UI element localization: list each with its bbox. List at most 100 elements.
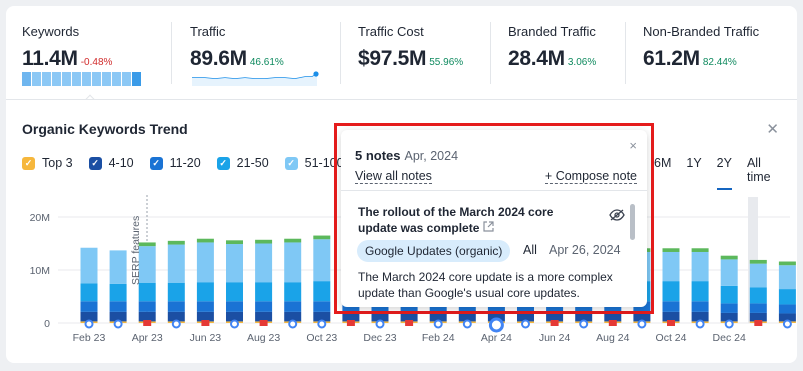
y-tick-label: 20M: [30, 212, 50, 224]
notes-header: 5 notes Apr, 2024: [355, 148, 458, 163]
bar-segment: [720, 255, 738, 260]
bar-segment: [720, 303, 738, 313]
google-update-marker: [433, 319, 443, 329]
bar-segment: [167, 282, 185, 302]
x-tick-label: Dec 23: [363, 332, 396, 344]
x-tick-label: Oct 23: [306, 332, 337, 344]
note-title[interactable]: The rollout of the March 2024 core updat…: [358, 204, 588, 236]
flag-marker: [667, 320, 675, 326]
x-tick-label: Feb 23: [73, 332, 106, 344]
notes-date: Apr, 2024: [404, 149, 459, 163]
bar-segment: [109, 250, 127, 284]
bar-segment: [720, 285, 738, 304]
notes-popup-highlight: 5 notes Apr, 2024 × View all notes + Comp…: [334, 123, 654, 314]
x-tick-label: Jun 24: [539, 332, 571, 344]
google-update-marker: [288, 319, 298, 329]
google-update-marker: [782, 319, 792, 329]
external-link-icon[interactable]: [483, 221, 494, 232]
bar-segment: [80, 283, 98, 302]
bar-segment: [80, 301, 98, 312]
annotation-label: SERP features: [130, 216, 142, 285]
bar-segment: [167, 244, 185, 283]
view-all-notes-link[interactable]: View all notes: [355, 169, 432, 184]
compose-note-label: + Compose note: [544, 169, 637, 184]
x-tick-label: Jun 23: [190, 332, 222, 344]
note-scope: All: [523, 243, 537, 257]
y-tick-label: 0: [44, 318, 50, 330]
x-tick-label: Feb 24: [422, 332, 455, 344]
google-update-marker: [171, 319, 181, 329]
bar-segment: [226, 240, 243, 245]
bar-segment: [749, 303, 767, 313]
bar-segment: [691, 301, 709, 312]
note-title-text: The rollout of the March 2024 core updat…: [358, 205, 554, 235]
x-tick-label: Aug 23: [247, 332, 280, 344]
notes-count: 5 notes: [355, 148, 401, 163]
close-icon[interactable]: ×: [629, 138, 637, 153]
bar-segment: [691, 281, 709, 302]
bar-segment: [284, 238, 302, 243]
notes-popup: 5 notes Apr, 2024 × View all notes + Comp…: [341, 130, 647, 307]
google-update-marker: [695, 319, 705, 329]
bar-segment: [167, 240, 185, 245]
divider: [341, 190, 647, 191]
compose-note-button[interactable]: + Compose note: [544, 169, 637, 184]
note-body: The March 2024 core update is a more com…: [358, 270, 613, 300]
bar-segment: [109, 301, 127, 312]
bar-segment: [196, 238, 214, 243]
x-tick-label: Dec 24: [713, 332, 746, 344]
bar-segment: [720, 259, 738, 286]
bar-segment: [255, 311, 273, 322]
bar-segment: [255, 301, 273, 312]
x-tick-label: Aug 24: [596, 332, 629, 344]
y-tick-label: 10M: [30, 265, 50, 277]
flag-marker: [754, 320, 763, 326]
scrollbar[interactable]: [630, 204, 635, 240]
bar-segment: [284, 301, 302, 312]
bar-segment: [749, 259, 767, 264]
bar-segment: [313, 239, 331, 282]
flag-marker: [405, 320, 414, 326]
bar-segment: [226, 282, 243, 302]
bar-segment: [226, 301, 243, 312]
google-update-marker: [579, 319, 589, 329]
google-update-marker: [113, 319, 123, 329]
bar-segment: [662, 301, 680, 312]
google-update-marker: [637, 319, 647, 329]
bar-segment: [138, 311, 156, 322]
google-update-marker: [230, 319, 239, 329]
bar-segment: [662, 251, 680, 282]
google-update-marker: [84, 319, 94, 329]
google-update-marker: [317, 319, 327, 329]
bar-segment: [255, 282, 273, 302]
hide-note-icon[interactable]: [609, 209, 625, 221]
note-category-tag[interactable]: Google Updates (organic): [357, 240, 511, 262]
bar-segment: [284, 282, 302, 302]
google-update-marker: [488, 317, 504, 333]
bar-segment: [749, 263, 767, 288]
bar-segment: [196, 311, 214, 322]
flag-marker: [608, 320, 617, 326]
bar-segment: [778, 289, 796, 305]
bar-segment: [138, 301, 156, 312]
x-tick-label: Oct 24: [656, 332, 687, 344]
bar-segment: [313, 235, 331, 240]
flag-marker: [259, 320, 268, 326]
google-update-marker: [521, 319, 530, 329]
bar-segment: [778, 261, 796, 266]
google-update-marker: [462, 319, 472, 329]
bar-segment: [167, 301, 185, 312]
google-update-marker: [724, 319, 734, 329]
bar-segment: [691, 251, 709, 282]
bar-segment: [662, 248, 680, 252]
bar-segment: [196, 301, 214, 312]
bar-segment: [691, 248, 709, 252]
bar-segment: [749, 287, 767, 304]
flag-marker: [346, 320, 355, 326]
bar-segment: [226, 244, 243, 283]
bar-segment: [196, 282, 214, 302]
bar-segment: [255, 239, 273, 244]
bar-segment: [313, 281, 331, 302]
bar-segment: [196, 242, 214, 283]
google-update-marker: [375, 319, 385, 329]
